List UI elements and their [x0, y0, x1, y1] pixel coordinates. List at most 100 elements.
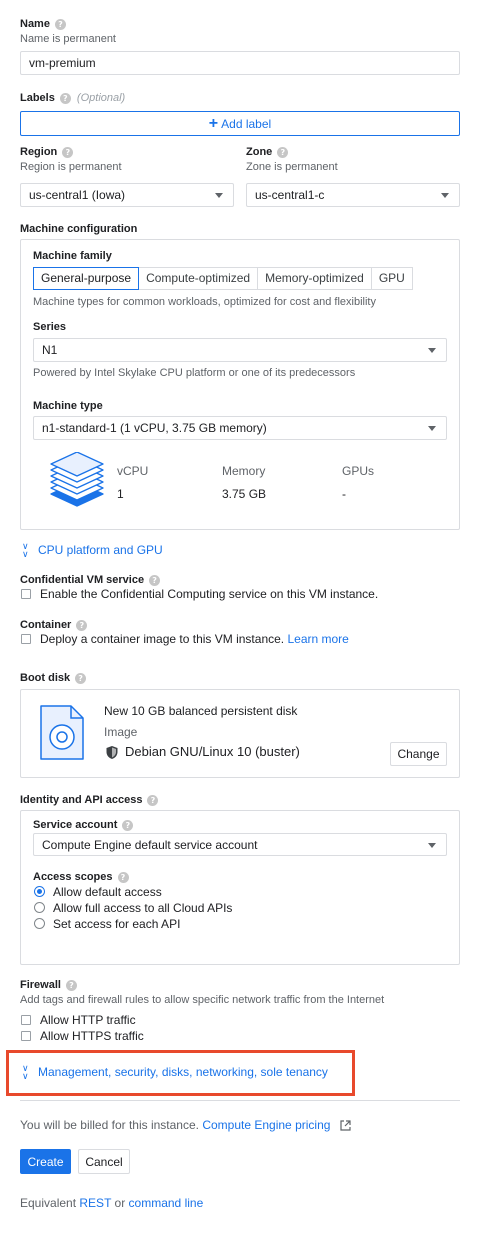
- boot-disk-card: New 10 GB balanced persistent disk Image…: [20, 689, 460, 778]
- https-checkbox[interactable]: [21, 1031, 31, 1041]
- machine-stack-icon: [50, 452, 104, 507]
- labels-label: Labels? (Optional): [20, 92, 126, 104]
- shield-icon: [106, 746, 118, 759]
- tab-memory-optimized[interactable]: Memory-optimized: [258, 268, 372, 289]
- region-select[interactable]: us-central1 (Iowa): [20, 183, 234, 207]
- scope-full-label: Allow full access to all Cloud APIs: [53, 901, 233, 915]
- series-label: Series: [33, 321, 67, 333]
- machine-family-tabs: General-purpose Compute-optimized Memory…: [33, 267, 413, 290]
- machine-config-card: Machine family General-purpose Compute-o…: [20, 239, 460, 530]
- http-checkbox-label: Allow HTTP traffic: [40, 1013, 136, 1027]
- vcpu-label: vCPU: [117, 464, 149, 478]
- region-label: Region?: [20, 146, 74, 158]
- name-input[interactable]: vm-premium: [20, 51, 460, 75]
- dropdown-arrow-icon: [428, 348, 436, 353]
- zone-value: us-central1-c: [255, 188, 325, 202]
- region-hint: Region is permanent: [20, 161, 122, 173]
- machine-config-label: Machine configuration: [20, 223, 138, 235]
- help-icon[interactable]: ?: [59, 92, 71, 104]
- chevron-down-icon: ∨ ∨: [22, 1063, 29, 1081]
- firewall-desc: Add tags and firewall rules to allow spe…: [20, 994, 385, 1006]
- help-icon[interactable]: ?: [65, 979, 77, 991]
- dropdown-arrow-icon: [428, 426, 436, 431]
- dropdown-arrow-icon: [428, 842, 436, 848]
- add-label-button[interactable]: + Add label: [20, 111, 460, 136]
- container-checkbox[interactable]: [21, 634, 31, 644]
- zone-label: Zone?: [246, 146, 289, 158]
- name-value: vm-premium: [29, 56, 96, 70]
- disk-file-icon: [40, 705, 84, 760]
- plus-icon: +: [208, 114, 219, 132]
- tab-gpu[interactable]: GPU: [372, 268, 412, 289]
- machine-type-select[interactable]: n1-standard-1 (1 vCPU, 3.75 GB memory): [33, 416, 447, 440]
- help-icon[interactable]: ?: [122, 819, 134, 831]
- help-icon[interactable]: ?: [149, 574, 161, 586]
- help-icon[interactable]: ?: [117, 871, 129, 883]
- confidential-label: Confidential VM service?: [20, 574, 161, 586]
- learn-more-link[interactable]: Learn more: [287, 632, 348, 646]
- service-account-select[interactable]: Compute Engine default service account: [33, 833, 447, 856]
- region-value: us-central1 (Iowa): [29, 188, 126, 202]
- labels-optional: (Optional): [76, 92, 126, 104]
- machine-type-value: n1-standard-1 (1 vCPU, 3.75 GB memory): [42, 421, 267, 435]
- machine-family-desc: Machine types for common workloads, opti…: [33, 296, 376, 308]
- name-label: Name?: [20, 18, 66, 30]
- billing-text: You will be billed for this instance. Co…: [20, 1118, 352, 1132]
- container-checkbox-label: Deploy a container image to this VM inst…: [40, 632, 349, 646]
- help-icon[interactable]: ?: [75, 672, 87, 684]
- boot-disk-label: Boot disk?: [20, 672, 87, 684]
- radio-each-api[interactable]: [34, 918, 45, 929]
- scope-default-label: Allow default access: [53, 885, 162, 899]
- boot-disk-title: New 10 GB balanced persistent disk: [104, 704, 298, 718]
- service-account-label: Service account?: [33, 819, 134, 831]
- scope-each-label: Set access for each API: [53, 917, 181, 931]
- boot-disk-image-label: Image: [104, 725, 138, 739]
- dropdown-arrow-icon: [215, 193, 223, 198]
- cpu-platform-expander[interactable]: ∨ ∨ CPU platform and GPU: [22, 541, 163, 559]
- cpu-platform-link: CPU platform and GPU: [38, 543, 163, 557]
- cancel-button[interactable]: Cancel: [78, 1149, 130, 1174]
- command-line-link[interactable]: command line: [129, 1196, 204, 1210]
- change-button[interactable]: Change: [390, 742, 447, 766]
- https-checkbox-label: Allow HTTPS traffic: [40, 1029, 144, 1043]
- identity-label: Identity and API access?: [20, 794, 159, 806]
- machine-family-label: Machine family: [33, 250, 112, 262]
- vcpu-value: 1: [117, 487, 124, 501]
- http-checkbox[interactable]: [21, 1015, 31, 1025]
- dropdown-arrow-icon: [441, 193, 449, 198]
- container-label: Container?: [20, 619, 88, 631]
- radio-full-access[interactable]: [34, 902, 45, 913]
- help-icon[interactable]: ?: [54, 18, 66, 30]
- equivalent-text: Equivalent REST or command line: [20, 1196, 204, 1210]
- zone-select[interactable]: us-central1-c: [246, 183, 460, 207]
- divider: [20, 1100, 460, 1101]
- gpus-label: GPUs: [342, 464, 375, 478]
- help-icon[interactable]: ?: [277, 146, 289, 158]
- pricing-link[interactable]: Compute Engine pricing: [202, 1118, 330, 1132]
- management-expander[interactable]: ∨ ∨ Management, security, disks, networki…: [22, 1063, 328, 1081]
- series-select[interactable]: N1: [33, 338, 447, 362]
- help-icon[interactable]: ?: [147, 794, 159, 806]
- tab-compute-optimized[interactable]: Compute-optimized: [139, 268, 259, 289]
- service-account-value: Compute Engine default service account: [42, 837, 258, 852]
- memory-label: Memory: [222, 464, 266, 478]
- add-label-text: Add label: [221, 116, 272, 131]
- rest-link[interactable]: REST: [79, 1196, 111, 1210]
- external-link-icon[interactable]: [340, 1119, 352, 1131]
- identity-card: Service account? Compute Engine default …: [20, 810, 460, 965]
- series-value: N1: [42, 343, 58, 357]
- management-link: Management, security, disks, networking,…: [38, 1065, 328, 1079]
- access-scopes-label: Access scopes?: [33, 871, 129, 883]
- firewall-label: Firewall?: [20, 979, 77, 991]
- radio-default-access[interactable]: [34, 886, 45, 897]
- boot-disk-image-value: Debian GNU/Linux 10 (buster): [125, 744, 300, 759]
- memory-value: 3.75 GB: [222, 487, 267, 501]
- tab-general-purpose[interactable]: General-purpose: [33, 267, 140, 290]
- create-button[interactable]: Create: [20, 1149, 71, 1174]
- confidential-checkbox[interactable]: [21, 589, 31, 599]
- help-icon[interactable]: ?: [62, 146, 74, 158]
- chevron-down-icon: ∨ ∨: [22, 541, 29, 559]
- help-icon[interactable]: ?: [76, 619, 88, 631]
- zone-hint: Zone is permanent: [246, 161, 338, 173]
- machine-type-label: Machine type: [33, 400, 103, 412]
